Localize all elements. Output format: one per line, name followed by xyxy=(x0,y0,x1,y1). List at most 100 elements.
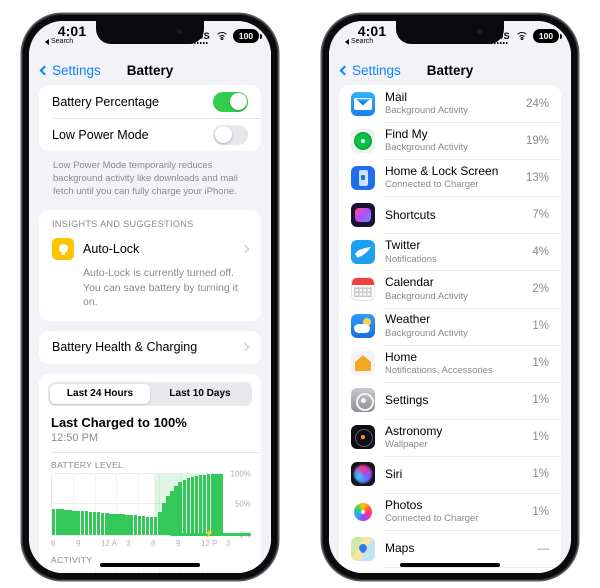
app-name: Settings xyxy=(385,393,429,408)
app-name: Siri xyxy=(385,467,403,482)
x-tick-label: 12 P xyxy=(201,538,218,548)
row-battery-percentage[interactable]: Battery Percentage xyxy=(39,85,261,118)
app-text: Twitter Notifications xyxy=(385,238,526,265)
row-battery-health[interactable]: Battery Health & Charging xyxy=(39,331,261,364)
bar xyxy=(125,514,129,535)
app-text: MessagesConnected to Charger xyxy=(385,572,532,573)
app-usage-row[interactable]: Weather Background Activity 1% xyxy=(339,307,561,345)
battery-health-label: Battery Health & Charging xyxy=(52,340,198,355)
battery-indicator: 100 xyxy=(233,29,262,43)
app-text: Home Notifications, Accessories xyxy=(385,350,526,377)
y-tick-label: 100% xyxy=(230,469,251,479)
bar xyxy=(162,503,166,535)
battery-indicator: 100 xyxy=(533,29,562,43)
home-indicator[interactable] xyxy=(100,563,200,567)
battery-level-chart: BATTERY LEVEL 100%50%0% 6912 A36912 P3⚡ xyxy=(39,453,261,548)
app-usage-row[interactable]: Shortcuts 7% xyxy=(339,196,561,233)
app-battery-percent: 1% xyxy=(532,505,549,518)
calendar-icon xyxy=(351,277,375,302)
battery-percentage-label: Battery Percentage xyxy=(52,94,160,109)
app-usage-row[interactable]: Astronomy Wallpaper 1% xyxy=(339,418,561,456)
app-usage-row[interactable]: Twitter Notifications 4% xyxy=(339,233,561,270)
x-tick-label: 3 xyxy=(126,538,131,548)
nav-back-button[interactable]: Settings xyxy=(39,63,101,78)
app-usage-content[interactable]: Mail Background Activity 24% Find My Backgro… xyxy=(329,85,571,573)
app-usage-row[interactable]: Home Notifications, Accessories 1% xyxy=(339,344,561,382)
app-usage-row[interactable]: Maps — xyxy=(339,530,561,567)
bar xyxy=(198,475,203,535)
bar xyxy=(76,510,80,535)
app-name: Find My xyxy=(385,127,428,141)
bar xyxy=(145,516,150,535)
battery-health-card[interactable]: Battery Health & Charging xyxy=(39,330,261,364)
wifi-icon xyxy=(215,31,228,41)
bar xyxy=(211,473,215,535)
bar xyxy=(105,512,109,535)
bar-series xyxy=(52,569,223,573)
clock: 4:01 xyxy=(57,23,87,39)
home-indicator[interactable] xyxy=(400,563,500,567)
back-to-search[interactable]: Search xyxy=(343,38,401,45)
bar xyxy=(92,511,97,535)
app-usage-row[interactable]: Siri 1% xyxy=(339,455,561,493)
app-usage-row[interactable]: MessagesConnected to Charger— xyxy=(339,567,561,573)
app-text: Weather Background Activity xyxy=(385,312,526,339)
app-usage-row[interactable]: Mail Background Activity 24% xyxy=(339,85,561,122)
mail-icon xyxy=(351,91,375,116)
app-text: Astronomy Wallpaper xyxy=(385,424,526,451)
bar xyxy=(96,512,101,535)
app-subtitle: Connected to Charger xyxy=(385,513,479,525)
app-battery-percent: 7% xyxy=(532,208,549,221)
bar xyxy=(133,515,138,535)
chevron-right-icon xyxy=(240,245,250,254)
insights-header: INSIGHTS AND SUGGESTIONS xyxy=(52,219,194,230)
app-usage-row[interactable]: Photos Connected to Charger 1% xyxy=(339,493,561,530)
app-battery-percent: 2% xyxy=(532,283,549,296)
app-battery-percent: 24% xyxy=(525,97,549,110)
bar xyxy=(52,508,56,535)
auto-lock-label: Auto-Lock xyxy=(83,242,140,257)
last-charged-title: Last Charged to 100% xyxy=(51,414,187,430)
toggles-card: Battery Percentage Low Power Mode xyxy=(39,85,261,151)
app-usage-row[interactable]: Home & Lock Screen Connected to Charger 13… xyxy=(339,159,561,196)
app-battery-percent: 19% xyxy=(525,134,549,147)
bar xyxy=(215,473,219,535)
bar xyxy=(178,482,182,535)
bar xyxy=(174,486,178,535)
maps-icon xyxy=(351,536,375,561)
app-usage-row[interactable]: Find My Background Activity 19% xyxy=(339,122,561,159)
tab-last-10-days[interactable]: Last 10 Days xyxy=(150,384,250,404)
bar xyxy=(72,510,76,535)
row-low-power-mode[interactable]: Low Power Mode xyxy=(39,118,261,151)
app-battery-percent: 1% xyxy=(532,320,549,333)
x-tick-label: 12 A xyxy=(101,538,118,548)
battery-percentage-toggle[interactable] xyxy=(213,91,248,112)
app-text: Calendar Background Activity xyxy=(385,275,526,302)
app-usage-row[interactable]: Settings 1% xyxy=(339,381,561,419)
app-name: Home & Lock Screen xyxy=(385,164,499,179)
bar xyxy=(60,509,64,535)
nav-bar-left: Settings Battery xyxy=(29,55,271,85)
bar xyxy=(206,473,211,535)
bar xyxy=(137,515,142,535)
tab-last-24-hours[interactable]: Last 24 Hours xyxy=(50,383,150,404)
row-auto-lock[interactable]: Auto-Lock xyxy=(39,234,261,264)
activity-chart: ACTIVITY 60m30m xyxy=(39,548,261,573)
x-tick-label: 3 xyxy=(226,538,231,548)
photos-icon xyxy=(351,499,375,524)
bar xyxy=(56,509,60,535)
low-power-mode-toggle[interactable] xyxy=(213,124,248,145)
shortcuts-icon xyxy=(351,202,375,227)
app-usage-row[interactable]: Calendar Background Activity 2% xyxy=(339,270,561,307)
home-icon xyxy=(351,351,375,376)
screen-left: 4:01 Search SOS 100 Settings Batt xyxy=(29,21,271,573)
back-to-search[interactable]: Search xyxy=(43,38,101,45)
range-segmented-control[interactable]: Last 24 Hours Last 10 Days xyxy=(48,381,252,406)
nav-back-button[interactable]: Settings xyxy=(339,63,401,78)
notch xyxy=(396,21,504,44)
toggle-knob xyxy=(229,93,247,110)
bar xyxy=(100,512,105,535)
app-text: Settings xyxy=(385,393,526,407)
app-battery-percent: — xyxy=(537,542,550,555)
back-to-search-label: Search xyxy=(51,38,74,45)
